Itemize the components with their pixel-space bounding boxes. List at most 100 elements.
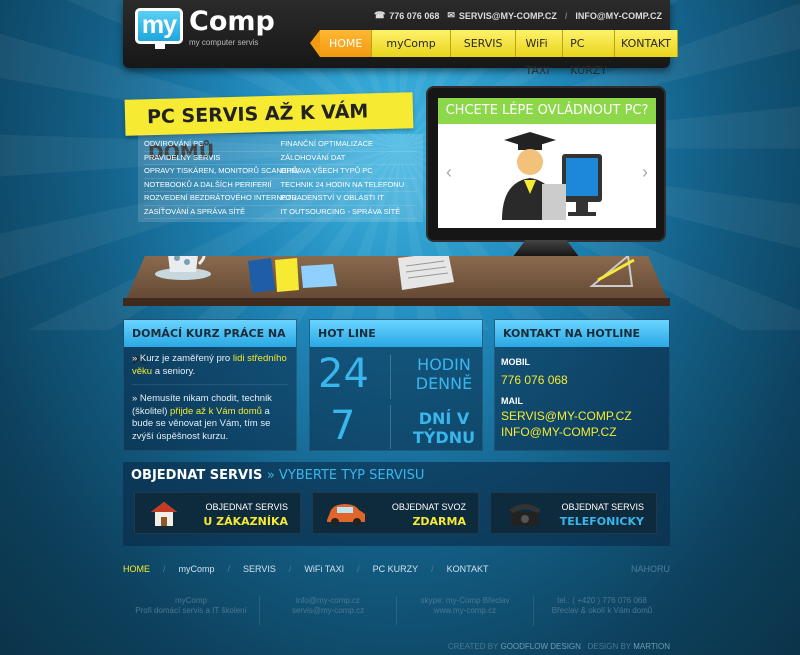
- header-email-servis[interactable]: SERVIS@MY-COMP.CZ: [459, 11, 557, 21]
- logo[interactable]: my Comp my computer servis: [135, 6, 275, 49]
- tea-cup-icon: [155, 256, 211, 280]
- hotline-days-text: DNÍ V TÝDNU: [412, 409, 476, 447]
- logo-word: Comp: [189, 6, 275, 37]
- envelope-icon: ✉: [447, 10, 455, 20]
- back-to-top-link[interactable]: NAHORU: [631, 564, 670, 574]
- order-btn-line2: TELEFONICKY: [559, 515, 644, 528]
- footer-col-web: skype: my-Comp Břeclav www.my-comp.cz: [397, 596, 534, 626]
- hotline-days-number: 7: [330, 403, 356, 449]
- course-text-2: » Nemusíte nikam chodit, technik (školit…: [132, 393, 272, 442]
- phone-icon: ☎: [374, 10, 386, 20]
- order-at-customer-button[interactable]: OBJEDNAT SERVIS U ZÁKAZNÍKA: [134, 492, 301, 534]
- order-section: OBJEDNAT SERVIS » VYBERTE TYP SERVISU OB…: [123, 462, 670, 546]
- footer-nav-pc-kurzy[interactable]: PC KURZY: [373, 564, 419, 574]
- order-pickup-button[interactable]: OBJEDNAT SVOZ ZDARMA: [312, 492, 479, 534]
- ruler-pencil-icon: [589, 256, 635, 287]
- mail-servis[interactable]: SERVIS@MY-COMP.CZ: [495, 408, 669, 424]
- service-item: NOTEBOOKŮ A DALŠÍCH PERIFERIÍ: [144, 179, 281, 192]
- contact-box-title: KONTAKT NA HOTLINE: [495, 320, 669, 347]
- order-btn-line1: OBJEDNAT SERVIS: [561, 502, 644, 512]
- course-highlight-2[interactable]: přijde až k Vám domů: [170, 406, 262, 417]
- brochures-icon: [248, 258, 337, 293]
- mail-label: MAIL: [501, 396, 523, 406]
- footer-nav-servis[interactable]: SERVIS: [243, 564, 276, 574]
- order-btn-line1: OBJEDNAT SVOZ: [391, 502, 466, 512]
- header-contacts: ☎ 776 076 068 ✉ SERVIS@MY-COMP.CZ / INFO@M…: [374, 10, 662, 21]
- hotline-hours-number: 24: [318, 351, 369, 397]
- graduate-computer-icon: [502, 132, 602, 220]
- nav-pc-kurzy[interactable]: PC KURZY: [563, 30, 616, 77]
- footer-nav-home[interactable]: HOME: [123, 564, 150, 574]
- contact-separator: /: [564, 10, 568, 21]
- nav-servis[interactable]: SERVIS: [450, 30, 517, 57]
- order-btn-line1: OBJEDNAT SERVIS: [205, 502, 288, 512]
- service-item: ROZVEDENÍ BEZDRÁTOVÉHO INTERNETU: [144, 192, 297, 206]
- course-box: DOMÁCÍ KURZ PRÁCE NA PC » Kurz je zaměře…: [123, 319, 297, 451]
- house-icon: [151, 502, 177, 526]
- footer-info: myComp Profi domácí servis a IT školení i…: [123, 596, 670, 626]
- order-btn-line2: U ZÁKAZNÍKA: [203, 515, 288, 528]
- slider-screen: CHCETE LÉPE OVLÁDNOUT PC? ‹ ›: [438, 98, 656, 228]
- nav-kontakt[interactable]: KONTAKT: [615, 30, 678, 57]
- header-email-info[interactable]: INFO@MY-COMP.CZ: [575, 11, 662, 21]
- hero-monitor: CHCETE LÉPE OVLÁDNOUT PC? ‹ ›: [426, 86, 666, 242]
- service-item: ZÁLOHOVÁNÍ DAT: [280, 152, 417, 165]
- hotline-box-title: HOT LINE: [310, 320, 482, 347]
- main-nav: HOME myComp SERVIS WiFi TAXI PC KURZY KO…: [310, 30, 678, 77]
- services-list: ODVIROVÁNÍ PC PRAVIDELNÝ SERVIS OPRAVY T…: [138, 134, 423, 222]
- nav-arrow-icon: [310, 30, 320, 57]
- nav-wifi-taxi[interactable]: WiFi TAXI: [516, 30, 564, 77]
- footer-col-phone: tel.: ( +420 ) 776 076 068 Břeclav & okol…: [551, 596, 653, 615]
- header-phone: 776 076 068: [389, 10, 440, 21]
- telephone-icon: [509, 504, 541, 526]
- service-item: IT OUTSOURCING - SPRÁVA SÍTĚ: [280, 206, 417, 219]
- footer-col-email: info@my-comp.cz servis@my-comp.cz: [260, 596, 397, 626]
- footer-credits: CREATED BY GOODFLOW DESIGN DESIGN BY MAR…: [447, 642, 670, 651]
- footer-col-about: myComp Profi domácí servis a IT školení: [123, 596, 260, 626]
- desk-edge: [123, 298, 670, 306]
- service-item: TECHNIK 24 HODIN NA TELEFONU: [280, 179, 417, 192]
- footer-email-servis[interactable]: servis@my-comp.cz: [260, 606, 396, 616]
- service-item: OPRAVY TISKÁREN, MONITORŮ SCANERŮ,: [144, 165, 300, 179]
- mail-info[interactable]: INFO@MY-COMP.CZ: [495, 424, 669, 440]
- slider-title: CHCETE LÉPE OVLÁDNOUT PC?: [438, 98, 656, 124]
- hotline-divider: [390, 355, 391, 399]
- header-bar: my Comp my computer servis ☎ 776 076 068 …: [123, 0, 678, 77]
- nav-mycomp[interactable]: myComp: [372, 30, 451, 57]
- footer-nav-kontakt[interactable]: KONTAKT: [447, 564, 489, 574]
- hotline-hours-text: HODIN DENNĚ: [415, 355, 473, 393]
- service-item: OPRAVA VŠECH TYPŮ PC: [280, 165, 417, 179]
- service-item: PORADENSTVÍ V OBLASTI IT: [280, 192, 417, 206]
- order-subtitle: » VYBERTE TYP SERVISU: [266, 468, 425, 483]
- newspaper-icon: [398, 256, 454, 290]
- hotline-divider: [390, 405, 391, 449]
- course-text-1: » Kurz je zaměřený pro lidi středního vě…: [132, 353, 288, 385]
- nav-home[interactable]: HOME: [320, 30, 373, 57]
- service-item: ZASÍŤOVÁNÍ A SPRÁVA SÍTĚ: [144, 206, 281, 219]
- footer-website-link[interactable]: www.my-comp.cz: [397, 606, 533, 616]
- order-btn-line2: ZDARMA: [412, 515, 466, 528]
- car-icon: [327, 504, 365, 526]
- credit-designer-link[interactable]: MARTION: [633, 642, 670, 651]
- logo-monitor-icon: my: [135, 8, 183, 49]
- footer-email-info[interactable]: info@my-comp.cz: [260, 596, 396, 606]
- mobile-label: MOBIL: [501, 357, 530, 367]
- order-phone-button[interactable]: OBJEDNAT SERVIS TELEFONICKY: [490, 492, 657, 534]
- footer-nav: HOME / myComp / SERVIS / WiFi TAXI / PC KURZ…: [123, 564, 670, 574]
- contact-box: KONTAKT NA HOTLINE MOBIL 776 076 068 MAI…: [494, 319, 670, 451]
- service-item: PRAVIDELNÝ SERVIS: [144, 152, 281, 165]
- monitor-stand: [512, 240, 580, 258]
- hero-title: PC SERVIS AŽ K VÁM DOMŮ: [124, 92, 414, 164]
- chevron-right-icon[interactable]: ›: [642, 162, 648, 183]
- mobile-number[interactable]: 776 076 068: [495, 372, 669, 388]
- course-box-title: DOMÁCÍ KURZ PRÁCE NA PC: [124, 320, 296, 367]
- service-item: ODVIROVÁNÍ PC: [144, 138, 281, 152]
- footer-nav-wifi-taxi[interactable]: WiFi TAXI: [304, 564, 344, 574]
- logo-subtitle: my computer servis: [189, 38, 259, 47]
- order-title: OBJEDNAT SERVIS » VYBERTE TYP SERVISU: [131, 468, 425, 483]
- chevron-left-icon[interactable]: ‹: [446, 162, 452, 183]
- hotline-box: HOT LINE 24 HODIN DENNĚ 7 DNÍ V TÝDNU: [309, 319, 483, 451]
- service-item: FINANČNÍ OPTIMALIZACE: [280, 138, 417, 152]
- credit-creator-link[interactable]: GOODFLOW DESIGN: [500, 642, 580, 651]
- footer-nav-mycomp[interactable]: myComp: [179, 564, 215, 574]
